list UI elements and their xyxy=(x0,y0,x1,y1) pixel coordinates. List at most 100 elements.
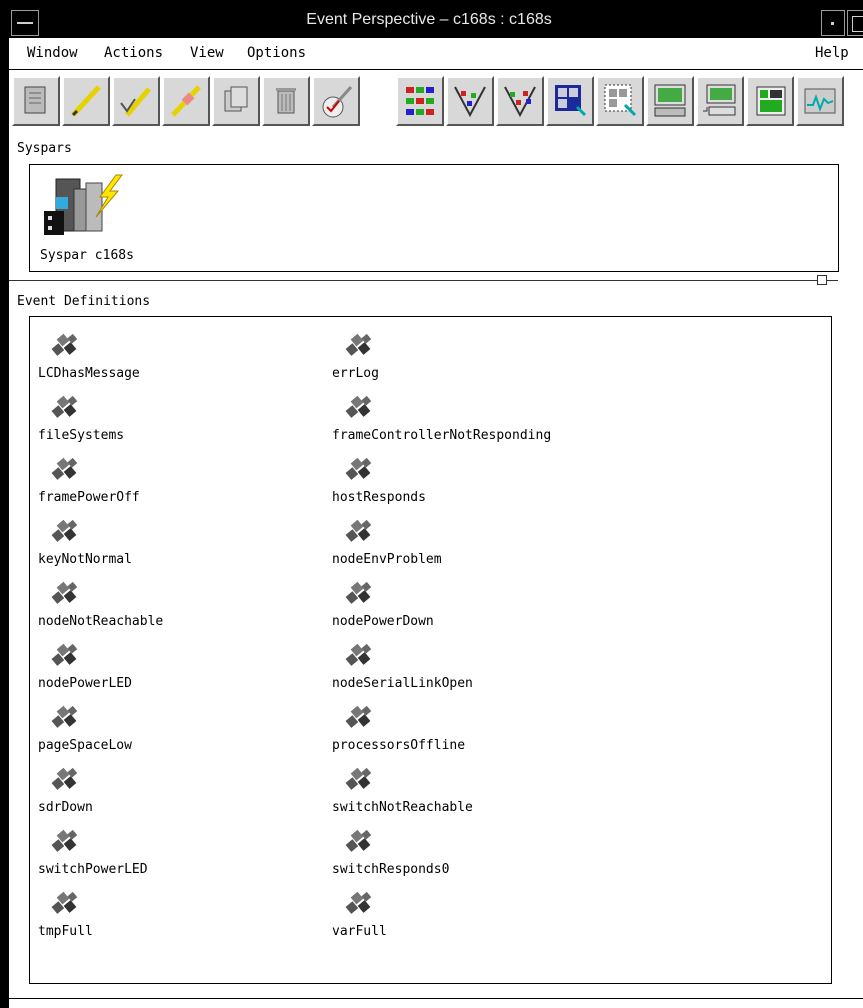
filter-select-icon xyxy=(504,86,536,118)
filter-button[interactable] xyxy=(446,76,494,126)
window-menu-button[interactable] xyxy=(11,10,39,36)
toolbar xyxy=(9,70,863,132)
event-item[interactable]: nodeSerialLinkOpen xyxy=(332,643,632,703)
trash-button[interactable] xyxy=(262,76,310,126)
syspar-label: Syspar c168s xyxy=(40,248,134,263)
event-definition-icon xyxy=(344,457,376,487)
event-item[interactable]: frameControllerNotResponding xyxy=(332,395,632,455)
event-item-label: nodeNotReachable xyxy=(38,614,164,629)
menu-help[interactable]: Help xyxy=(815,45,849,61)
edit-button[interactable] xyxy=(62,76,110,126)
monitor-button[interactable] xyxy=(646,76,694,126)
pane-select-button[interactable] xyxy=(546,76,594,126)
pane-sash xyxy=(9,280,838,281)
event-item[interactable]: nodePowerDown xyxy=(332,581,632,641)
event-item[interactable]: switchPowerLED xyxy=(38,829,338,889)
syspars-label: Syspars xyxy=(17,141,72,156)
event-item[interactable]: varFull xyxy=(332,891,632,951)
event-perspective-window: Event Perspective – c168s : c168s Window… xyxy=(9,0,863,1008)
monitor-keyboard-button[interactable] xyxy=(696,76,744,126)
copy-button[interactable] xyxy=(212,76,260,126)
event-definition-icon xyxy=(50,829,82,859)
syspars-pane: Syspar c168s xyxy=(29,164,839,272)
event-definition-icon xyxy=(50,643,82,673)
event-definition-icon xyxy=(344,643,376,673)
minimize-icon xyxy=(831,22,834,25)
event-definition-icon xyxy=(344,519,376,549)
title-bar[interactable]: Event Perspective – c168s : c168s xyxy=(9,0,863,38)
event-item-label: nodePowerLED xyxy=(38,676,132,691)
table-view-button[interactable] xyxy=(746,76,794,126)
icon-view-button[interactable] xyxy=(396,76,444,126)
notebook-button[interactable] xyxy=(12,76,60,126)
menu-options[interactable]: Options xyxy=(247,45,306,61)
pane-dotted-button[interactable] xyxy=(596,76,644,126)
pane-dotted-icon xyxy=(604,84,637,117)
monitor-icon xyxy=(654,84,686,117)
menu-view[interactable]: View xyxy=(190,45,224,61)
event-item[interactable]: processorsOffline xyxy=(332,705,632,765)
graph-icon xyxy=(804,88,836,114)
register-icon xyxy=(322,85,353,118)
filter-select-button[interactable] xyxy=(496,76,544,126)
menu-window[interactable]: Window xyxy=(27,45,78,61)
event-definition-icon xyxy=(344,891,376,921)
event-definition-icon xyxy=(50,333,82,363)
copy-icon xyxy=(224,86,248,112)
event-item-label: LCDhasMessage xyxy=(38,366,140,381)
sash-handle[interactable] xyxy=(817,275,827,285)
event-item-label: switchPowerLED xyxy=(38,862,148,877)
pane-select-icon xyxy=(555,85,587,117)
event-item[interactable]: nodeEnvProblem xyxy=(332,519,632,579)
event-definitions-pane: LCDhasMessage fileSystems framePowerOff key… xyxy=(29,316,832,984)
event-item[interactable]: tmpFull xyxy=(38,891,338,951)
event-item[interactable]: nodePowerLED xyxy=(38,643,338,703)
event-item-label: sdrDown xyxy=(38,800,93,815)
event-item[interactable]: pageSpaceLow xyxy=(38,705,338,765)
event-item-label: switchNotReachable xyxy=(332,800,473,815)
event-item-label: keyNotNormal xyxy=(38,552,132,567)
icon-view-icon xyxy=(406,87,434,115)
graph-button[interactable] xyxy=(796,76,844,126)
event-definition-icon xyxy=(50,457,82,487)
event-definition-icon xyxy=(50,705,82,735)
maximize-icon xyxy=(852,16,863,32)
sash-tick xyxy=(827,280,837,281)
window-menu-icon xyxy=(17,22,33,24)
modify-button[interactable] xyxy=(112,76,160,126)
event-definition-icon xyxy=(344,395,376,425)
event-item-label: fileSystems xyxy=(38,428,125,443)
maximize-button[interactable] xyxy=(847,10,863,36)
event-item-label: processorsOffline xyxy=(332,738,466,753)
event-item[interactable]: nodeNotReachable xyxy=(38,581,338,641)
delete-edit-button[interactable] xyxy=(162,76,210,126)
menu-bar: Window Actions View Options Help xyxy=(9,39,863,70)
event-item-label: tmpFull xyxy=(38,924,93,939)
event-item[interactable]: keyNotNormal xyxy=(38,519,338,579)
event-item[interactable]: framePowerOff xyxy=(38,457,338,517)
filter-icon xyxy=(454,86,486,118)
event-item[interactable]: errLog xyxy=(332,333,632,393)
table-view-icon xyxy=(756,86,786,116)
event-item[interactable]: switchResponds0 xyxy=(332,829,632,889)
event-item-label: pageSpaceLow xyxy=(38,738,132,753)
minimize-button[interactable] xyxy=(821,10,845,36)
event-item[interactable]: LCDhasMessage xyxy=(38,333,338,393)
register-button[interactable] xyxy=(312,76,360,126)
event-item[interactable]: sdrDown xyxy=(38,767,338,827)
event-item-label: hostResponds xyxy=(332,490,426,505)
event-item-label: errLog xyxy=(332,366,379,381)
check-pencil-icon xyxy=(120,87,151,117)
event-item[interactable]: fileSystems xyxy=(38,395,338,455)
event-definition-icon xyxy=(50,395,82,425)
event-item[interactable]: switchNotReachable xyxy=(332,767,632,827)
event-definitions-label: Event Definitions xyxy=(17,294,151,309)
syspar-item[interactable]: Syspar c168s xyxy=(38,171,208,267)
event-definition-icon xyxy=(344,829,376,859)
event-item[interactable]: hostResponds xyxy=(332,457,632,517)
menu-actions[interactable]: Actions xyxy=(104,45,163,61)
event-definition-icon xyxy=(50,767,82,797)
event-item-label: nodeSerialLinkOpen xyxy=(332,676,473,691)
notebook-icon xyxy=(24,86,46,114)
syspar-icon xyxy=(44,174,123,235)
